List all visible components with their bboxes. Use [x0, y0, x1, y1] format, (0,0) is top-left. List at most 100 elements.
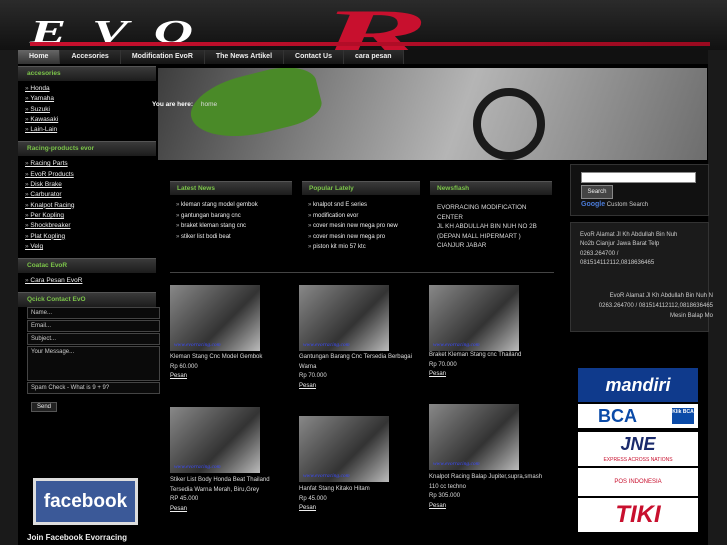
- sidebar-link[interactable]: Disk Brake: [25, 180, 156, 190]
- breadcrumb: You are here: home: [152, 101, 217, 108]
- right-sidebar: Search Google Custom Search EvoR Alamat …: [570, 164, 713, 332]
- email-field[interactable]: Email...: [27, 320, 160, 333]
- subject-field[interactable]: Subject...: [27, 333, 160, 346]
- product-card: www.evorracing.com Gantungan Barang Cnc …: [299, 285, 429, 391]
- popular-link[interactable]: cover mesin new mega pro: [308, 232, 398, 243]
- product-title: Stiker List Body Honda Beat Thailand: [170, 477, 270, 483]
- address-line: No2b Cianjur Jawa Barat Telp: [580, 241, 660, 248]
- sidebar-link[interactable]: Lain-Lain: [25, 125, 156, 135]
- address-line: EvoR Alamat Jl Kh Abdullah Bin Nuh N: [609, 293, 713, 299]
- sidebar-link[interactable]: Kawasaki: [25, 115, 156, 125]
- sidebar-link[interactable]: Carburator: [25, 190, 156, 200]
- popular-link[interactable]: knalpot snd E series: [308, 200, 398, 211]
- watermark: www.evorracing.com: [433, 461, 480, 467]
- partner-logos: mandiri BCA Klik BCA JNE EXPRESS ACROSS NA…: [578, 368, 698, 532]
- watermark: www.evorracing.com: [303, 473, 350, 479]
- mandiri-logo: mandiri: [578, 368, 698, 402]
- watermark: www.evorracing.com: [433, 342, 480, 348]
- product-price: Rp 70.000: [429, 361, 457, 368]
- newsflash-heading: Newsflash: [430, 181, 552, 195]
- product-price: Rp 305.000: [429, 493, 461, 499]
- nav-cara-pesan[interactable]: cara pesan: [343, 50, 404, 64]
- product-image[interactable]: www.evorracing.com: [299, 416, 389, 482]
- product-image[interactable]: www.evorracing.com: [429, 285, 519, 351]
- product-image[interactable]: www.evorracing.com: [429, 404, 519, 470]
- product-card: www.evorracing.com Hanfat Stang Kitako H…: [299, 416, 429, 514]
- message-field[interactable]: Your Message...: [27, 346, 160, 382]
- product-title: Warna: [299, 363, 317, 370]
- popular-link[interactable]: modification evor: [308, 211, 398, 222]
- order-link[interactable]: Pesan: [429, 502, 559, 512]
- order-link[interactable]: Pesan: [170, 505, 300, 515]
- product-title: Braket Kleman Stang cnc Thailand: [429, 352, 522, 358]
- send-button[interactable]: Send: [31, 402, 58, 413]
- sidebar-heading-racing: Racing-products evor: [18, 141, 156, 157]
- sidebar-link[interactable]: Racing Parts: [25, 159, 156, 169]
- order-link[interactable]: Pesan: [299, 504, 429, 514]
- racing-list: Racing Parts EvoR Products Disk Brake Ca…: [18, 156, 156, 256]
- nav-home[interactable]: Home: [18, 50, 61, 64]
- newsflash-line: JL KH ABDULLAH BIN NUH NO 2B: [437, 223, 537, 231]
- news-link[interactable]: gantungan barang cnc: [176, 211, 258, 222]
- product-title: Hanfat Stang Kitako Hitam: [299, 486, 370, 492]
- newsflash-text: EVORRACING MODIFICATION CENTER JL KH ABD…: [437, 203, 537, 251]
- pos-logo: POS INDONESIA: [578, 468, 698, 496]
- sidebar-link[interactable]: Per Kopling: [25, 211, 156, 221]
- address-line: Mesin Balap Mo: [669, 313, 713, 319]
- spam-check-field[interactable]: Spam Check - What is 9 + 9?: [27, 382, 160, 395]
- name-field[interactable]: Name...: [27, 307, 160, 320]
- search-input[interactable]: [581, 172, 696, 183]
- sidebar-link[interactable]: Suzuki: [25, 105, 156, 115]
- newsflash-line: CIANJUR JABAR: [437, 242, 487, 250]
- facebook-join-link[interactable]: Join Facebook Evorracing: [27, 533, 127, 542]
- order-link[interactable]: Pesan: [299, 382, 429, 392]
- nav-contact[interactable]: Contact Us: [284, 50, 344, 64]
- product-image[interactable]: www.evorracing.com: [299, 285, 389, 351]
- product-title: 110 cc techno: [429, 483, 466, 490]
- nav-news[interactable]: The News Artikel: [204, 50, 285, 64]
- wheel-image: [473, 88, 545, 160]
- popular-link[interactable]: piston kit mio 57 ktc: [308, 242, 398, 253]
- google-logo: Google: [581, 201, 606, 208]
- product-image[interactable]: www.evorracing.com: [170, 285, 260, 351]
- order-link[interactable]: Pesan: [170, 372, 300, 382]
- product-card: www.evorracing.com Braket Kleman Stang c…: [429, 285, 559, 380]
- nav-modification[interactable]: Modification EvoR: [120, 50, 205, 64]
- news-link[interactable]: braket kleman stang cnc: [176, 221, 258, 232]
- sidebar-heading-quick-contact: Qcick Contact EvO: [18, 292, 156, 308]
- sidebar-link[interactable]: Yamaha: [25, 94, 156, 104]
- jne-text: JNE: [620, 434, 656, 454]
- sidebar-link[interactable]: Plat Kopling: [25, 232, 156, 242]
- order-link[interactable]: Pesan: [429, 370, 559, 380]
- news-link[interactable]: kleman stang model gembok: [176, 200, 258, 211]
- breadcrumb-page[interactable]: home: [201, 101, 217, 108]
- product-price: Rp 60.000: [170, 363, 198, 370]
- search-panel: Search Google Custom Search: [570, 164, 709, 216]
- newsflash-line: CENTER: [437, 213, 463, 221]
- sidebar-link[interactable]: Honda: [25, 84, 156, 94]
- sidebar-link[interactable]: Velg: [25, 242, 156, 252]
- watermark: www.evorracing.com: [303, 342, 350, 348]
- logo-evo[interactable]: EVO: [30, 14, 219, 52]
- contact-list: Cara Pesan EvoR: [18, 273, 156, 290]
- product-title: Tersedia Warna Merah, Biru,Grey: [170, 486, 260, 493]
- product-card: www.evorracing.com Stiker List Body Hond…: [170, 407, 300, 514]
- sidebar-link[interactable]: EvoR Products: [25, 170, 156, 180]
- logo-swoosh: [30, 42, 710, 46]
- sidebar-link[interactable]: Shockbreaker: [25, 221, 156, 231]
- popular-link[interactable]: cover mesin new mega pro new: [308, 221, 398, 232]
- latest-news-heading: Latest News: [170, 181, 292, 195]
- sidebar-link[interactable]: Cara Pesan EvoR: [25, 276, 156, 286]
- product-card: www.evorracing.com Kleman Stang Cnc Mode…: [170, 285, 300, 382]
- sidebar-link[interactable]: Knalpot Racing: [25, 201, 156, 211]
- site-header: EVO R: [0, 0, 727, 71]
- bca-text: BCA: [598, 406, 637, 426]
- facebook-logo[interactable]: facebook: [33, 478, 138, 525]
- motorbike-image: [184, 68, 326, 149]
- divider: [170, 272, 554, 273]
- search-button[interactable]: Search: [581, 185, 613, 199]
- product-image[interactable]: www.evorracing.com: [170, 407, 260, 473]
- watermark: www.evorracing.com: [174, 464, 221, 470]
- news-link[interactable]: stiker list bodi beat: [176, 232, 258, 243]
- nav-accesories[interactable]: Accesories: [60, 50, 121, 64]
